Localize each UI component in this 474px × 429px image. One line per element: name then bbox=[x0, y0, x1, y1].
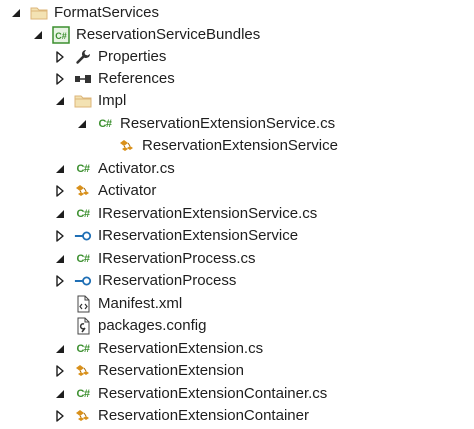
csharp-project-icon: C# bbox=[52, 26, 70, 44]
folder-icon bbox=[30, 4, 48, 22]
expander-placeholder bbox=[98, 140, 110, 152]
solution-explorer-tree: FormatServices C# ReservationServiceBundle… bbox=[0, 0, 474, 429]
tree-item-label: ReservationExtensionService.cs bbox=[120, 115, 336, 132]
tree-item-label: Activator bbox=[98, 182, 157, 199]
tree-item[interactable]: Activator bbox=[0, 180, 474, 202]
tree-item[interactable]: Impl bbox=[0, 90, 474, 112]
tree-item[interactable]: IReservationProcess bbox=[0, 270, 474, 292]
tree-item-label: Manifest.xml bbox=[98, 295, 183, 312]
tree-item[interactable]: ReservationExtensionContainer bbox=[0, 405, 474, 427]
wrench-icon bbox=[74, 48, 92, 66]
expanded-arrow-icon[interactable] bbox=[54, 388, 66, 400]
tree-item-label: ReservationServiceBundles bbox=[76, 26, 261, 43]
tree-item-label: IReservationExtensionService bbox=[98, 227, 299, 244]
csharp-file-icon: C# bbox=[76, 388, 90, 400]
expanded-arrow-icon[interactable] bbox=[10, 7, 22, 19]
collapsed-arrow-icon[interactable] bbox=[54, 365, 66, 377]
collapsed-arrow-icon[interactable] bbox=[54, 185, 66, 197]
tree-item[interactable]: FormatServices bbox=[0, 2, 474, 24]
class-icon bbox=[74, 407, 92, 425]
tree-item-label: Activator.cs bbox=[98, 160, 175, 177]
tree-item[interactable]: C# ReservationServiceBundles bbox=[0, 24, 474, 46]
tree-item[interactable]: C# ReservationExtensionContainer.cs bbox=[0, 383, 474, 405]
tree-item[interactable]: References bbox=[0, 68, 474, 90]
tree-item-label: References bbox=[98, 70, 175, 87]
csharp-file-icon: C# bbox=[76, 253, 90, 265]
tree-item-label: Properties bbox=[98, 48, 167, 65]
class-icon bbox=[74, 362, 92, 380]
tree-item[interactable]: C# Activator.cs bbox=[0, 158, 474, 180]
expanded-arrow-icon[interactable] bbox=[54, 208, 66, 220]
collapsed-arrow-icon[interactable] bbox=[54, 275, 66, 287]
csharp-file-icon: C# bbox=[76, 163, 90, 175]
expanded-arrow-icon[interactable] bbox=[76, 118, 88, 130]
config-file-icon bbox=[74, 317, 92, 335]
expanded-arrow-icon[interactable] bbox=[54, 253, 66, 265]
expander-placeholder bbox=[54, 298, 66, 310]
tree-item[interactable]: Properties bbox=[0, 46, 474, 68]
expanded-arrow-icon[interactable] bbox=[32, 29, 44, 41]
references-icon bbox=[74, 70, 92, 88]
expander-placeholder bbox=[54, 320, 66, 332]
tree-item-label: Impl bbox=[98, 92, 127, 109]
expanded-arrow-icon[interactable] bbox=[54, 163, 66, 175]
tree-item-label: ReservationExtension bbox=[98, 362, 244, 379]
csharp-file-icon: C# bbox=[76, 208, 90, 220]
tree-item-label: FormatServices bbox=[54, 4, 160, 21]
tree-item[interactable]: ReservationExtensionService bbox=[0, 135, 474, 157]
tree-item-label: IReservationProcess bbox=[98, 272, 237, 289]
collapsed-arrow-icon[interactable] bbox=[54, 230, 66, 242]
xml-file-icon bbox=[74, 295, 92, 313]
tree-item-label: ReservationExtensionContainer bbox=[98, 407, 309, 424]
collapsed-arrow-icon[interactable] bbox=[54, 51, 66, 63]
tree-item[interactable]: Manifest.xml bbox=[0, 293, 474, 315]
tree-item-label: ReservationExtensionContainer.cs bbox=[98, 385, 328, 402]
expanded-arrow-icon[interactable] bbox=[54, 343, 66, 355]
csharp-file-icon: C# bbox=[76, 343, 90, 355]
tree-item-label: packages.config bbox=[98, 317, 207, 334]
tree-item[interactable]: C# IReservationProcess.cs bbox=[0, 248, 474, 270]
tree-item-label: IReservationExtensionService.cs bbox=[98, 205, 318, 222]
tree-item-label: IReservationProcess.cs bbox=[98, 250, 256, 267]
class-icon bbox=[118, 137, 136, 155]
tree-item[interactable]: C# IReservationExtensionService.cs bbox=[0, 203, 474, 225]
collapsed-arrow-icon[interactable] bbox=[54, 73, 66, 85]
csharp-file-icon: C# bbox=[98, 118, 112, 130]
interface-icon bbox=[74, 272, 92, 290]
interface-icon bbox=[74, 227, 92, 245]
collapsed-arrow-icon[interactable] bbox=[54, 410, 66, 422]
tree-item-label: ReservationExtensionService bbox=[142, 137, 338, 154]
tree-item[interactable]: IReservationExtensionService bbox=[0, 225, 474, 247]
tree-item[interactable]: C# ReservationExtensionService.cs bbox=[0, 113, 474, 135]
class-icon bbox=[74, 182, 92, 200]
svg-text:C#: C# bbox=[55, 31, 67, 41]
tree-item[interactable]: ReservationExtension bbox=[0, 360, 474, 382]
expanded-arrow-icon[interactable] bbox=[54, 95, 66, 107]
tree-item-label: ReservationExtension.cs bbox=[98, 340, 264, 357]
tree-item[interactable]: packages.config bbox=[0, 315, 474, 337]
tree-item[interactable]: C# ReservationExtension.cs bbox=[0, 338, 474, 360]
folder-icon bbox=[74, 92, 92, 110]
